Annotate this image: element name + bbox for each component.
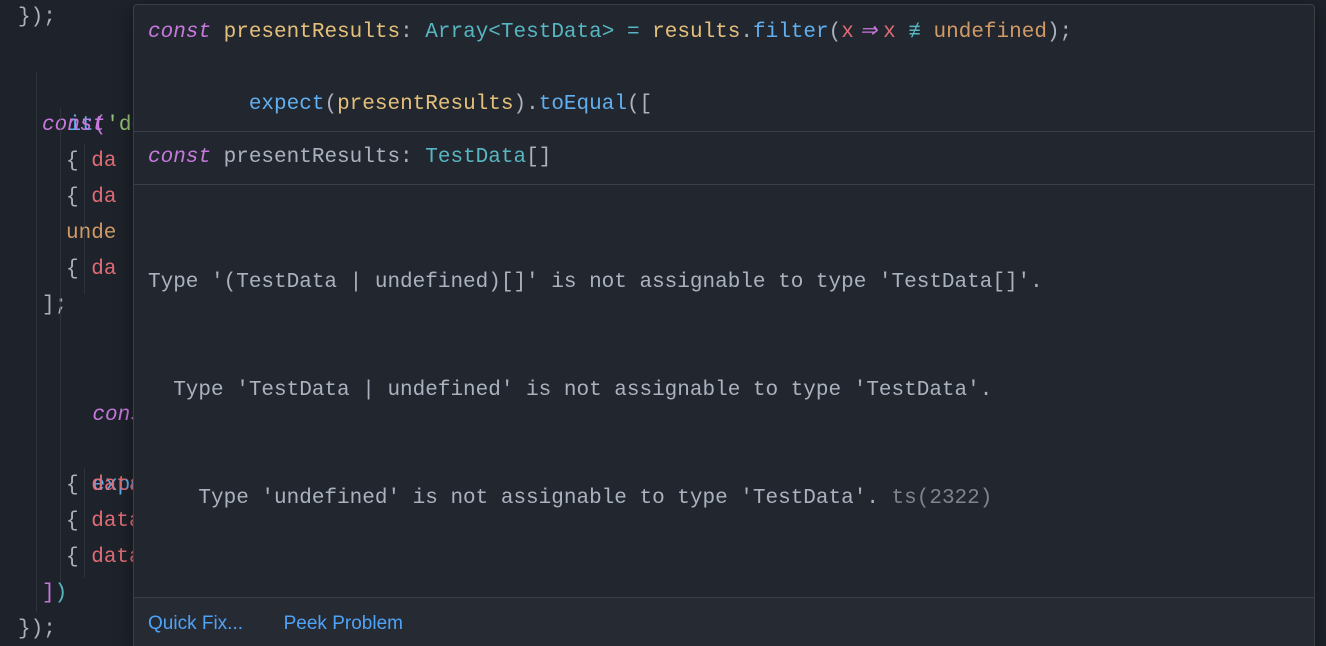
peek-problem-link[interactable]: Peek Problem	[284, 613, 403, 634]
code-text: });	[18, 6, 56, 29]
code-text: {	[66, 258, 91, 281]
code-editor[interactable]: }); it('does const { da { da unde { da ]…	[0, 0, 1326, 646]
code-text: unde	[66, 222, 116, 245]
code-text: da	[91, 258, 116, 281]
ts-error-code: ts(2322)	[892, 487, 993, 510]
code-text: {	[66, 474, 91, 497]
code-text: {	[66, 186, 91, 209]
code-text: ]	[42, 582, 55, 605]
code-text: {	[66, 510, 91, 533]
hover-tooltip[interactable]: const presentResults: Array<TestData> = …	[133, 4, 1315, 646]
code-text: da	[91, 150, 116, 173]
hover-error-message: Type '(TestData | undefined)[]' is not a…	[134, 185, 1314, 597]
hover-signature: const presentResults: TestData[]	[134, 132, 1314, 184]
code-text	[148, 93, 249, 116]
code-text: {	[66, 150, 91, 173]
code-text: da	[91, 186, 116, 209]
hover-code-section: const presentResults: Array<TestData> = …	[134, 5, 1314, 131]
code-text: ];	[42, 294, 67, 317]
hover-actions: Quick Fix... Peek Problem	[134, 598, 1314, 646]
quick-fix-link[interactable]: Quick Fix...	[148, 613, 243, 634]
code-text: const	[42, 114, 105, 137]
code-text: )	[55, 582, 68, 605]
code-text: {	[66, 546, 91, 569]
code-text: });	[18, 618, 56, 641]
